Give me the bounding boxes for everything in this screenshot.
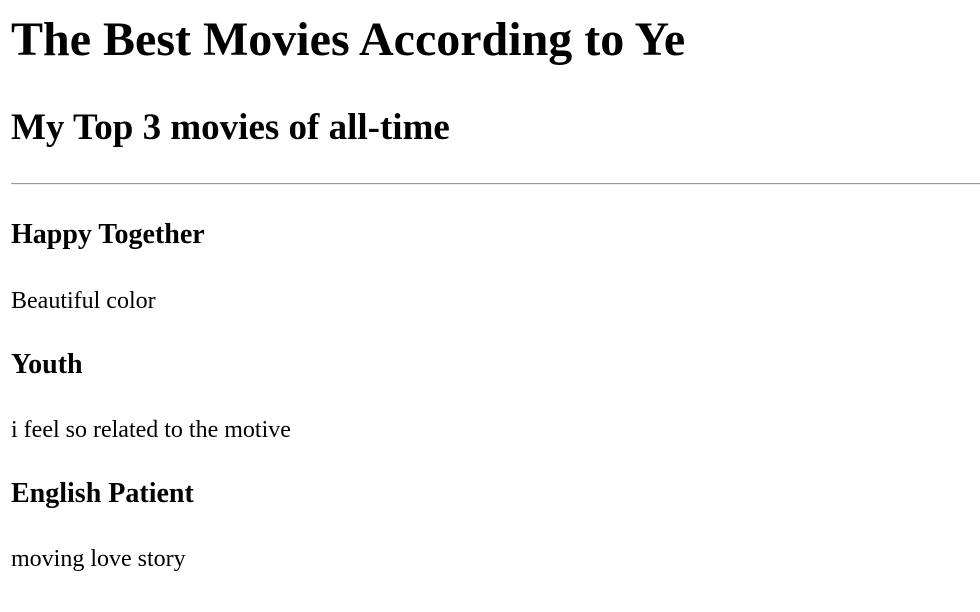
- divider: [11, 183, 980, 185]
- page-title: The Best Movies According to Ye: [11, 13, 686, 66]
- movie-description: i feel so related to the motive: [11, 417, 291, 443]
- page-subtitle: My Top 3 movies of all-time: [11, 107, 450, 148]
- movie-title: Happy Together: [11, 219, 205, 250]
- movie-description: Beautiful color: [11, 288, 156, 314]
- movie-title: English Patient: [11, 478, 194, 509]
- movie-description: moving love story: [11, 546, 186, 572]
- movie-title: Youth: [11, 349, 83, 380]
